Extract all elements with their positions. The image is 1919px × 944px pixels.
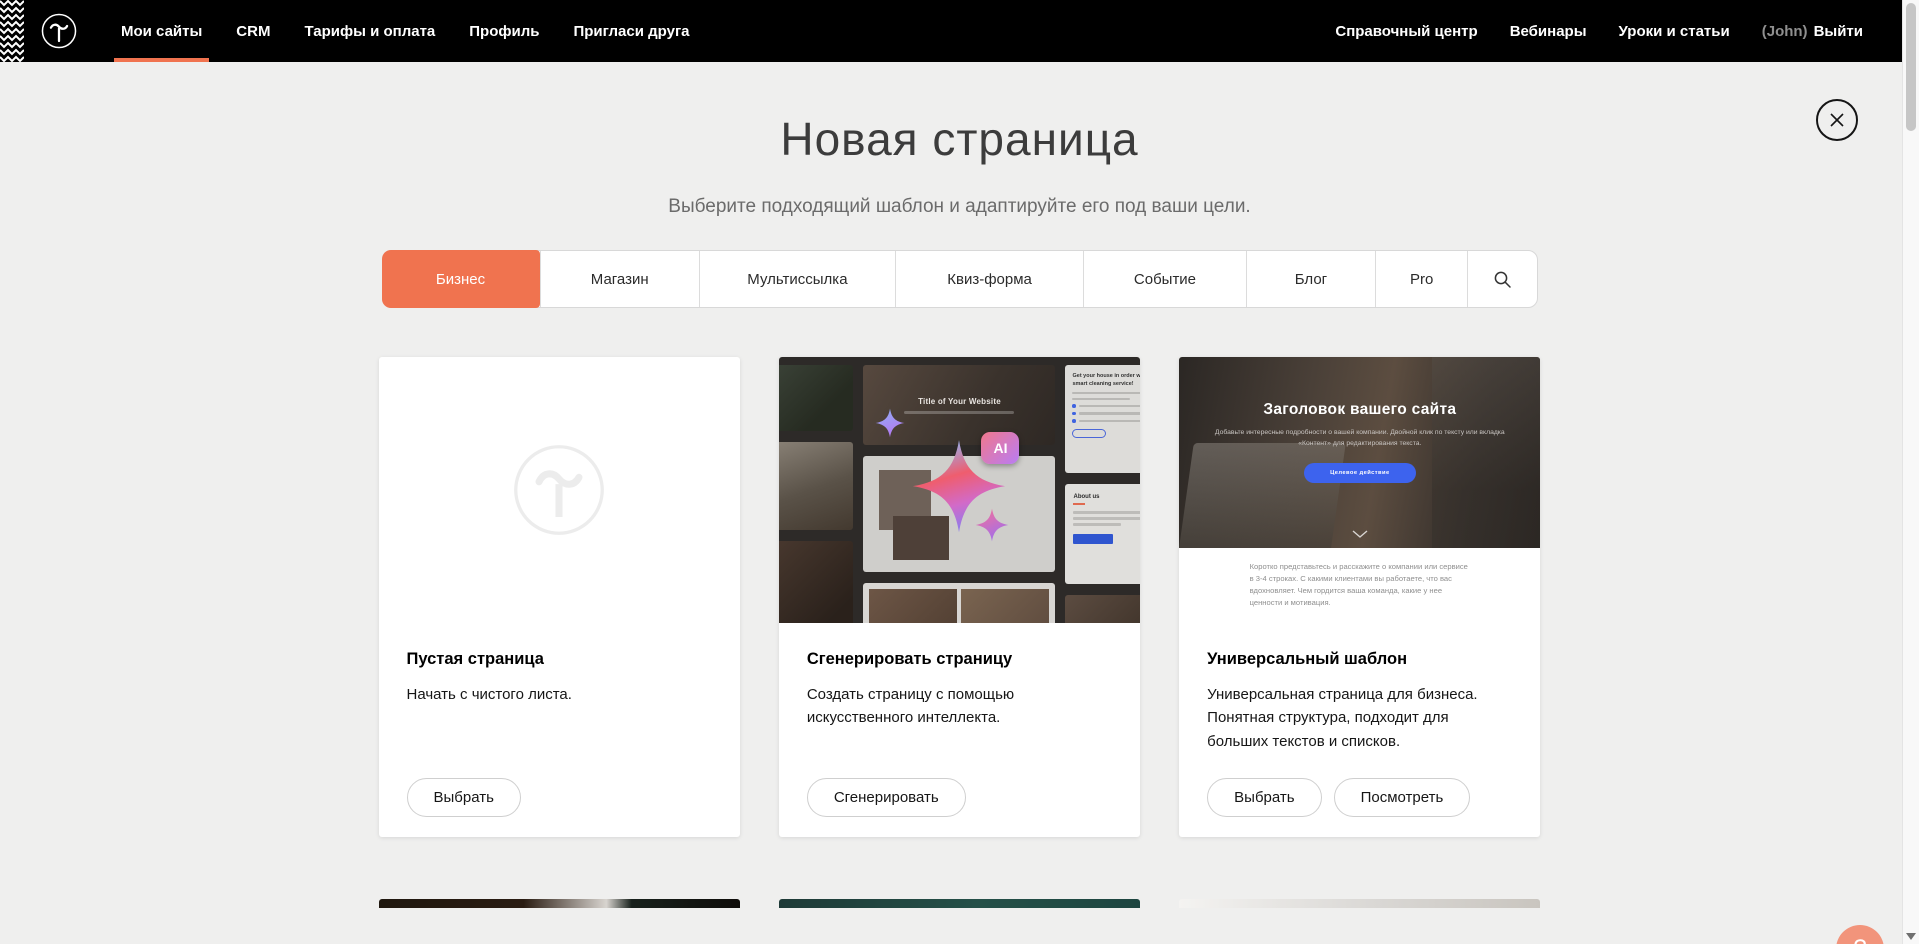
universal-template-preview: Заголовок вашего сайта Добавьте интересн… bbox=[1179, 357, 1540, 623]
template-cards-row: Пустая страница Начать с чистого листа. … bbox=[379, 357, 1541, 837]
nav-item-label: Тарифы и оплата bbox=[304, 23, 435, 40]
template-card-partial bbox=[779, 899, 1140, 908]
tab-label: Pro bbox=[1410, 271, 1433, 288]
collage-photo-tile bbox=[1065, 595, 1140, 623]
choose-button[interactable]: Выбрать bbox=[1207, 778, 1321, 817]
tilda-watermark-icon bbox=[512, 443, 606, 537]
main-menu: Мои сайты CRM Тарифы и оплата Профиль Пр… bbox=[104, 0, 707, 62]
nav-item-webinars[interactable]: Вебинары bbox=[1494, 23, 1603, 40]
secondary-menu: Справочный центр Вебинары Уроки и статьи… bbox=[1319, 23, 1919, 40]
choose-button[interactable]: Выбрать bbox=[407, 778, 521, 817]
collage-gallery-tile bbox=[863, 583, 1055, 623]
card-universal-template: Заголовок вашего сайта Добавьте интересн… bbox=[1179, 357, 1540, 837]
card-description: Создать страницу с помощью искусственног… bbox=[807, 683, 1112, 730]
tab-label: Событие bbox=[1134, 271, 1196, 288]
close-button[interactable] bbox=[1816, 99, 1858, 141]
nav-item-label: Вебинары bbox=[1510, 23, 1587, 40]
collage-about-tile: About us bbox=[1065, 484, 1140, 584]
vertical-scrollbar[interactable] bbox=[1902, 0, 1919, 944]
next-template-row bbox=[379, 899, 1541, 908]
nav-item-label: Справочный центр bbox=[1335, 23, 1477, 40]
card-title: Пустая страница bbox=[407, 650, 712, 669]
collage-text-tile: Get your house in order with a smart cle… bbox=[1065, 365, 1140, 473]
chevron-down-icon bbox=[1352, 530, 1368, 538]
nav-item-label: CRM bbox=[236, 23, 270, 40]
preview-subtext: Добавьте интересные подробности о вашей … bbox=[1212, 428, 1508, 450]
ai-preview: Title of Your Website Get bbox=[779, 357, 1140, 623]
view-button[interactable]: Посмотреть bbox=[1334, 778, 1471, 817]
nav-item-label: Мои сайты bbox=[121, 23, 202, 40]
tab-quiz-form[interactable]: Квиз-форма bbox=[895, 251, 1083, 307]
user-logout[interactable]: (John) Выйти bbox=[1746, 23, 1863, 40]
tab-label: Квиз-форма bbox=[947, 271, 1032, 288]
tab-label: Бизнес bbox=[436, 271, 485, 288]
card-description: Универсальная страница для бизнеса. Поня… bbox=[1207, 683, 1512, 753]
generate-button[interactable]: Сгенерировать bbox=[807, 778, 966, 817]
tab-business[interactable]: Бизнес bbox=[382, 250, 540, 308]
tab-label: Магазин bbox=[591, 271, 649, 288]
scrollbar-down-arrow-icon[interactable] bbox=[1906, 933, 1916, 940]
tab-multilink[interactable]: Мультиссылка bbox=[699, 251, 895, 307]
tilda-logo[interactable] bbox=[40, 12, 78, 50]
nav-item-pricing[interactable]: Тарифы и оплата bbox=[287, 0, 452, 62]
nav-item-lessons[interactable]: Уроки и статьи bbox=[1603, 23, 1746, 40]
scrollbar-thumb[interactable] bbox=[1906, 3, 1916, 131]
tab-event[interactable]: Событие bbox=[1083, 251, 1246, 307]
card-title: Сгенерировать страницу bbox=[807, 650, 1112, 669]
tab-shop[interactable]: Магазин bbox=[540, 251, 699, 307]
logout-link[interactable]: Выйти bbox=[1814, 23, 1863, 40]
blank-page-preview bbox=[379, 357, 740, 623]
tab-label: Мультиссылка bbox=[747, 271, 847, 288]
preview-heading: Заголовок вашего сайта bbox=[1263, 401, 1456, 419]
nav-item-invite-friend[interactable]: Пригласи друга bbox=[556, 0, 706, 62]
nav-item-crm[interactable]: CRM bbox=[219, 0, 287, 62]
help-button[interactable]: ? bbox=[1836, 925, 1884, 944]
page-title: Новая страница bbox=[0, 112, 1919, 166]
collage-photo-tile bbox=[779, 442, 854, 530]
template-card-partial bbox=[379, 899, 740, 908]
close-icon bbox=[1828, 111, 1846, 129]
preview-body-text: Коротко представьтесь и расскажите о ком… bbox=[1250, 561, 1470, 610]
person-shape bbox=[1432, 357, 1540, 548]
collage-feature-tile bbox=[863, 456, 1055, 572]
nav-item-label: Уроки и статьи bbox=[1619, 23, 1730, 40]
search-icon bbox=[1493, 270, 1512, 289]
user-name: (John) bbox=[1762, 23, 1808, 40]
tab-blog[interactable]: Блог bbox=[1246, 251, 1375, 307]
nav-item-label: Профиль bbox=[469, 23, 539, 40]
question-icon: ? bbox=[1853, 935, 1866, 944]
tab-search[interactable] bbox=[1467, 251, 1536, 307]
nav-item-help-center[interactable]: Справочный центр bbox=[1319, 23, 1493, 40]
card-blank-page: Пустая страница Начать с чистого листа. … bbox=[379, 357, 740, 837]
new-page-dialog: Новая страница Выберите подходящий шабло… bbox=[0, 62, 1919, 944]
nav-item-label: Пригласи друга bbox=[573, 23, 689, 40]
page-subtitle: Выберите подходящий шаблон и адаптируйте… bbox=[0, 196, 1919, 218]
top-navbar: Мои сайты CRM Тарифы и оплата Профиль Пр… bbox=[0, 0, 1919, 62]
collage-text-title: Get your house in order with a smart cle… bbox=[1072, 373, 1140, 388]
collage-about-label: About us bbox=[1073, 494, 1140, 500]
tab-label: Блог bbox=[1295, 271, 1327, 288]
card-ai-generate: Title of Your Website Get bbox=[779, 357, 1140, 837]
preview-cta-button: Целевое действие bbox=[1304, 463, 1416, 483]
collage-hero-tile: Title of Your Website bbox=[863, 365, 1055, 445]
laptop-shape bbox=[1179, 443, 1346, 548]
tab-pro[interactable]: Pro bbox=[1375, 251, 1467, 307]
nav-item-my-sites[interactable]: Мои сайты bbox=[104, 0, 219, 62]
card-description: Начать с чистого листа. bbox=[407, 683, 712, 706]
zigzag-pattern-decoration bbox=[0, 0, 24, 62]
card-title: Универсальный шаблон bbox=[1207, 650, 1512, 669]
collage-hero-title: Title of Your Website bbox=[918, 397, 1001, 406]
template-card-partial bbox=[1179, 899, 1540, 908]
collage-photo-tile bbox=[779, 541, 854, 623]
collage-photo-tile bbox=[779, 365, 854, 431]
nav-item-profile[interactable]: Профиль bbox=[452, 0, 556, 62]
template-collage: Title of Your Website Get bbox=[779, 357, 1140, 623]
template-category-tabs: Бизнес Магазин Мультиссылка Квиз-форма С… bbox=[382, 250, 1538, 308]
